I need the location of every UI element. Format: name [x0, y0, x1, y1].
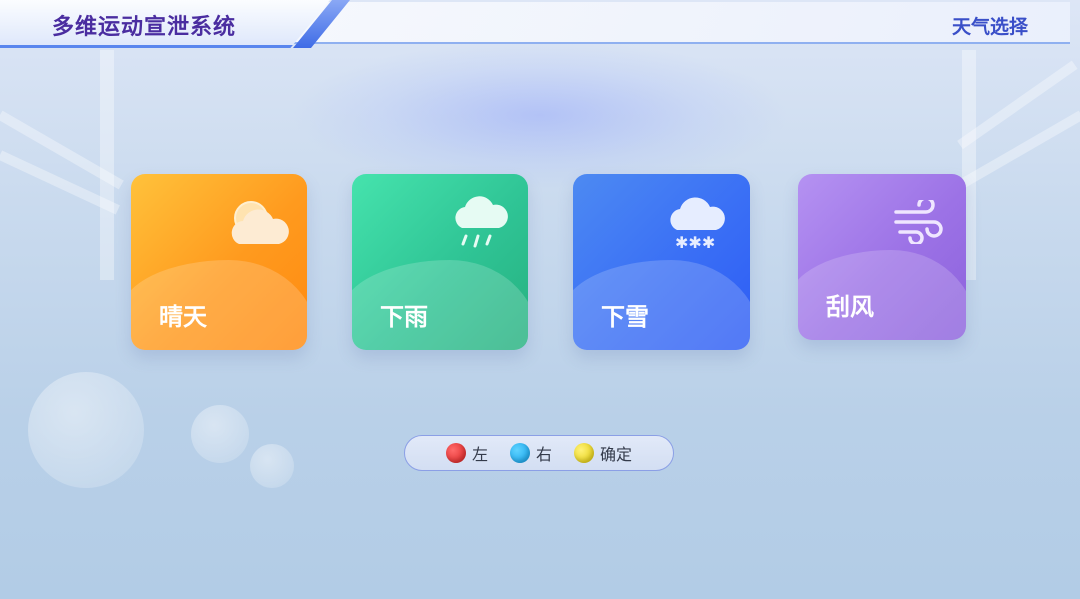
hint-left-label: 左 [471, 445, 488, 464]
weather-card-snow[interactable]: ✱✱✱ 下雪 [573, 174, 750, 350]
weather-card-sunny[interactable]: 晴天 [131, 174, 307, 350]
weather-card-rain[interactable]: 下雨 [352, 174, 528, 350]
page-title: 天气选择 [951, 16, 1028, 38]
hint-confirm: 确定 [574, 441, 632, 465]
weather-label-snow: 下雪 [601, 303, 649, 331]
partly-sunny-icon [231, 201, 289, 244]
weather-label-sunny: 晴天 [159, 303, 207, 331]
hint-left: 左 [445, 441, 488, 465]
weather-card-wind[interactable]: 刮风 [798, 174, 966, 340]
weather-label-rain: 下雨 [380, 303, 428, 331]
hint-right-label: 右 [535, 445, 552, 464]
wind-icon [894, 200, 943, 244]
blue-button-icon [509, 443, 530, 463]
hint-right: 右 [509, 441, 552, 465]
rain-cloud-icon [455, 196, 508, 248]
app-title: 多维运动宣泄系统 [52, 15, 237, 40]
hint-confirm-label: 确定 [600, 445, 633, 464]
header: 多维运动宣泄系统 天气选择 [0, 0, 1080, 50]
weather-label-wind: 刮风 [826, 293, 874, 321]
snow-cloud-icon: ✱✱✱ [670, 197, 725, 252]
red-button-icon [445, 443, 466, 463]
svg-text:✱✱✱: ✱✱✱ [675, 233, 715, 252]
yellow-button-icon [574, 443, 594, 463]
control-hint-bar: 左 右 确定 [404, 435, 674, 471]
